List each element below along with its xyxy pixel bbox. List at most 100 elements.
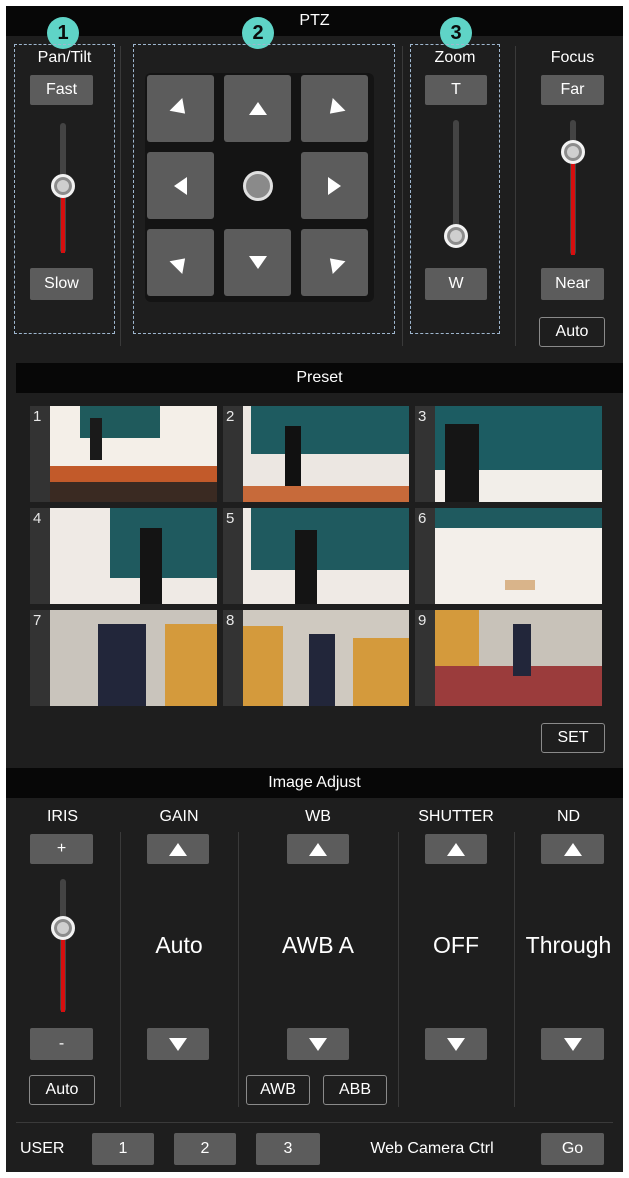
user-3-button[interactable]: 3 bbox=[256, 1133, 320, 1165]
triangle-down-icon bbox=[447, 1037, 465, 1051]
arrow-down-left-icon bbox=[169, 251, 192, 274]
wb-value: AWB A bbox=[282, 932, 354, 958]
pan-tilt-speed-slider-knob[interactable] bbox=[51, 174, 75, 198]
web-camera-ctrl-go-button[interactable]: Go bbox=[541, 1133, 604, 1165]
focus-slider-knob[interactable] bbox=[561, 140, 585, 164]
preset-header: Preset bbox=[16, 363, 623, 393]
preset-thumbnail[interactable]: 5 bbox=[223, 508, 409, 604]
focus-near-button[interactable]: Near bbox=[541, 268, 604, 300]
divider bbox=[402, 46, 403, 346]
pan-tilt-left-button[interactable] bbox=[147, 152, 214, 219]
pan-tilt-down-left-button[interactable] bbox=[147, 229, 214, 296]
focus-auto-button[interactable]: Auto bbox=[539, 317, 605, 347]
user-2-button[interactable]: 2 bbox=[174, 1133, 236, 1165]
preset-thumbnail[interactable]: 1 bbox=[30, 406, 217, 502]
iris-open-button[interactable]: + bbox=[30, 834, 93, 864]
zoom-label: Zoom bbox=[434, 49, 476, 66]
awb-button[interactable]: AWB bbox=[246, 1075, 310, 1105]
image-adjust-header: Image Adjust bbox=[6, 768, 623, 798]
pan-tilt-up-left-button[interactable] bbox=[147, 75, 214, 142]
focus-slider-fill bbox=[571, 156, 575, 255]
focus-far-button[interactable]: Far bbox=[541, 75, 604, 105]
divider bbox=[120, 832, 121, 1107]
preset-thumbnail[interactable]: 3 bbox=[415, 406, 602, 502]
pan-tilt-up-button[interactable] bbox=[224, 75, 291, 142]
preset-number: 4 bbox=[33, 510, 42, 527]
divider bbox=[515, 46, 516, 346]
iris-auto-button[interactable]: Auto bbox=[29, 1075, 95, 1105]
arrow-up-right-icon bbox=[323, 97, 346, 120]
zoom-slider-knob[interactable] bbox=[444, 224, 468, 248]
pan-tilt-up-right-button[interactable] bbox=[301, 75, 368, 142]
arrow-down-right-icon bbox=[323, 251, 346, 274]
divider bbox=[238, 832, 239, 1107]
triangle-down-icon bbox=[169, 1037, 187, 1051]
pan-tilt-label: Pan/Tilt bbox=[37, 49, 92, 66]
nd-value: Through bbox=[525, 932, 612, 958]
focus-label: Focus bbox=[550, 49, 595, 66]
preset-image bbox=[435, 508, 602, 604]
divider bbox=[16, 1122, 613, 1123]
shutter-up-button[interactable] bbox=[425, 834, 487, 864]
pan-tilt-slow-button[interactable]: Slow bbox=[30, 268, 93, 300]
nd-down-button[interactable] bbox=[541, 1028, 604, 1060]
preset-number: 7 bbox=[33, 612, 42, 629]
gain-label: GAIN bbox=[159, 808, 199, 825]
preset-thumbnail[interactable]: 6 bbox=[415, 508, 602, 604]
web-camera-ctrl-label: Web Camera Ctrl bbox=[370, 1140, 494, 1157]
preset-number: 6 bbox=[418, 510, 427, 527]
zoom-wide-button[interactable]: W bbox=[425, 268, 487, 300]
preset-number: 8 bbox=[226, 612, 235, 629]
iris-slider-fill bbox=[61, 930, 65, 1012]
triangle-down-icon bbox=[309, 1037, 327, 1051]
preset-thumbnail[interactable]: 7 bbox=[30, 610, 217, 706]
arrow-up-icon bbox=[248, 102, 267, 115]
preset-number: 9 bbox=[418, 612, 427, 629]
preset-number: 1 bbox=[33, 408, 42, 425]
preset-thumbnail[interactable]: 8 bbox=[223, 610, 409, 706]
preset-image bbox=[243, 508, 409, 604]
preset-set-button[interactable]: SET bbox=[541, 723, 605, 753]
wb-up-button[interactable] bbox=[287, 834, 349, 864]
preset-image bbox=[243, 406, 409, 502]
wb-label: WB bbox=[305, 808, 331, 825]
nd-label: ND bbox=[556, 808, 581, 825]
pan-tilt-fast-button[interactable]: Fast bbox=[30, 75, 93, 105]
triangle-up-icon bbox=[563, 842, 582, 856]
user-1-button[interactable]: 1 bbox=[92, 1133, 154, 1165]
preset-number: 2 bbox=[226, 408, 235, 425]
preset-image bbox=[50, 508, 217, 604]
preset-image bbox=[50, 610, 217, 706]
shutter-down-button[interactable] bbox=[425, 1028, 487, 1060]
triangle-up-icon bbox=[309, 842, 327, 856]
gain-down-button[interactable] bbox=[147, 1028, 209, 1060]
preset-image bbox=[50, 406, 217, 502]
abb-button[interactable]: ABB bbox=[323, 1075, 387, 1105]
preset-image bbox=[243, 610, 409, 706]
divider bbox=[514, 832, 515, 1107]
shutter-label: SHUTTER bbox=[418, 808, 494, 825]
nd-up-button[interactable] bbox=[541, 834, 604, 864]
pan-tilt-right-button[interactable] bbox=[301, 152, 368, 219]
shutter-value: OFF bbox=[433, 932, 479, 958]
divider bbox=[398, 832, 399, 1107]
preset-image bbox=[435, 406, 602, 502]
arrow-up-left-icon bbox=[169, 97, 192, 120]
pan-tilt-down-right-button[interactable] bbox=[301, 229, 368, 296]
preset-thumbnail[interactable]: 2 bbox=[223, 406, 409, 502]
arrow-left-icon bbox=[174, 176, 187, 195]
divider bbox=[120, 46, 121, 346]
preset-thumbnail[interactable]: 9 bbox=[415, 610, 602, 706]
preset-number: 3 bbox=[418, 408, 427, 425]
gain-up-button[interactable] bbox=[147, 834, 209, 864]
iris-close-button[interactable]: - bbox=[30, 1028, 93, 1060]
pan-tilt-down-button[interactable] bbox=[224, 229, 291, 296]
preset-thumbnail[interactable]: 4 bbox=[30, 508, 217, 604]
zoom-slider-track[interactable] bbox=[453, 120, 459, 240]
wb-down-button[interactable] bbox=[287, 1028, 349, 1060]
zoom-tele-button[interactable]: T bbox=[425, 75, 487, 105]
iris-slider-knob[interactable] bbox=[51, 916, 75, 940]
triangle-up-icon bbox=[169, 842, 187, 856]
camera-control-panel: PTZ 1 2 3 Pan/Tilt Fast Slow Zoom T W Fo… bbox=[6, 6, 623, 1172]
pan-tilt-home-button[interactable] bbox=[243, 171, 273, 201]
